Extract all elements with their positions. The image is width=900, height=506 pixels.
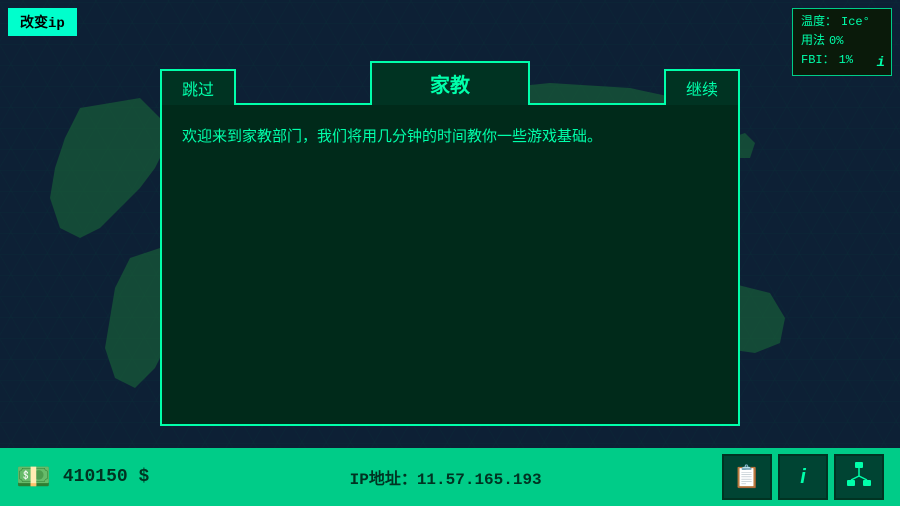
temp-label: 温度： <box>801 13 837 32</box>
skip-button[interactable]: 跳过 <box>160 69 236 105</box>
info-icon: i <box>800 466 806 489</box>
panel-info-icon: i <box>877 55 885 71</box>
fbi-value: 1% <box>839 51 853 70</box>
info-button[interactable]: i <box>778 454 828 500</box>
fbi-label: FBI： <box>801 51 835 70</box>
method-value: 0% <box>829 32 843 51</box>
status-icons-group: 📋 i <box>722 454 884 500</box>
network-button[interactable] <box>834 454 884 500</box>
info-panel: 温度： Ice° 用法 0% FBI： 1% i <box>792 8 892 76</box>
method-label: 用法 <box>801 32 825 51</box>
money-amount: 410150 $ <box>63 467 149 487</box>
temp-value: Ice° <box>841 13 870 32</box>
left-spacer <box>236 103 371 105</box>
money-icon: 💵 <box>16 460 51 495</box>
network-icon <box>845 460 873 494</box>
dialog-top-bar: 跳过 家教 继续 <box>160 60 740 105</box>
right-spacer <box>529 103 664 105</box>
status-bar: 💵 410150 $ IP地址：11.57.165.193 📋 i <box>0 448 900 506</box>
dialog-title: 家教 <box>370 61 530 105</box>
notes-button[interactable]: 📋 <box>722 454 772 500</box>
notes-icon: 📋 <box>733 464 760 490</box>
dialog-content: 欢迎来到家教部门，我们将用几分钟的时间教你一些游戏基础。 <box>160 105 740 426</box>
dialog-body-text: 欢迎来到家教部门，我们将用几分钟的时间教你一些游戏基础。 <box>182 125 718 151</box>
continue-button[interactable]: 继续 <box>664 69 740 105</box>
dialog-container: 跳过 家教 继续 欢迎来到家教部门，我们将用几分钟的时间教你一些游戏基础。 <box>160 60 740 426</box>
ip-address-label: IP地址：11.57.165.193 <box>181 465 710 489</box>
change-ip-button[interactable]: 改变ip <box>8 8 77 36</box>
